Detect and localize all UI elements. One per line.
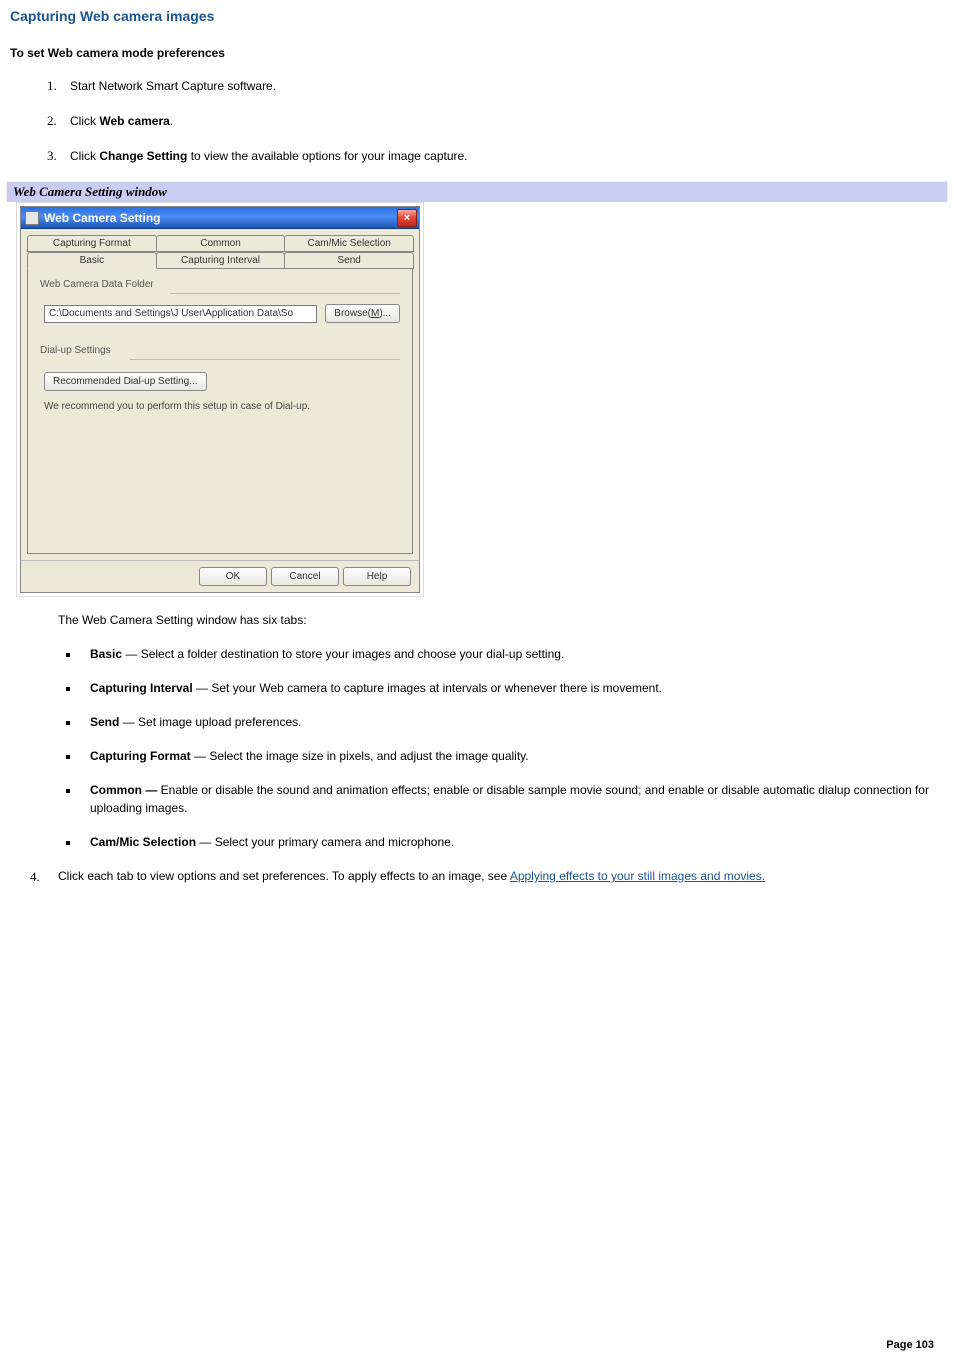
browse-button[interactable]: Browse(M)... [325, 304, 400, 323]
desc-common-bold: Common — [90, 783, 161, 797]
step-4: 4. Click each tab to view options and se… [58, 867, 944, 886]
folder-group-label: Web Camera Data Folder [40, 279, 400, 290]
tabs-intro: The Web Camera Setting window has six ta… [58, 611, 944, 629]
step-4-text: Click each tab to view options and set p… [58, 869, 510, 883]
desc-send-text: — Set image upload preferences. [119, 715, 301, 729]
close-icon[interactable]: × [397, 209, 417, 227]
ok-button[interactable]: OK [199, 567, 267, 586]
help-button[interactable]: Help [343, 567, 411, 586]
desc-basic-bold: Basic [90, 647, 122, 661]
tab-descriptions: Basic — Select a folder destination to s… [80, 645, 944, 851]
dialog-caption: Web Camera Setting window [6, 181, 948, 202]
step-1-text: Start Network Smart Capture software. [70, 79, 276, 93]
browse-label: Browse(M)... [334, 308, 391, 319]
desc-cf-bold: Capturing Format [90, 749, 191, 763]
step-4-number: 4. [30, 867, 40, 888]
applying-effects-link[interactable]: Applying effects to your still images an… [510, 869, 765, 883]
web-camera-setting-dialog: Web Camera Setting × Capturing Format Co… [20, 206, 420, 593]
dialog-footer: OK Cancel Help [21, 560, 419, 592]
step-2-post: . [170, 114, 173, 128]
tab-send[interactable]: Send [284, 252, 414, 269]
step-3: Click Change Setting to view the availab… [60, 146, 944, 165]
steps-list: Start Network Smart Capture software. Cl… [60, 76, 944, 165]
tab-body-basic: Web Camera Data Folder Browse(M)... Dial… [27, 269, 413, 554]
list-item: Common — Enable or disable the sound and… [80, 781, 944, 817]
page-title: Capturing Web camera images [10, 8, 944, 24]
dialup-note: We recommend you to perform this setup i… [44, 401, 400, 412]
desc-common-text: Enable or disable the sound and animatio… [90, 783, 929, 815]
divider [130, 359, 400, 360]
desc-cf-text: — Select the image size in pixels, and a… [191, 749, 529, 763]
list-item: Cam/Mic Selection — Select your primary … [80, 833, 944, 851]
step-3-post: to view the available options for your i… [187, 149, 467, 163]
desc-basic-text: — Select a folder destination to store y… [122, 647, 564, 661]
list-item: Basic — Select a folder destination to s… [80, 645, 944, 663]
cancel-button[interactable]: Cancel [271, 567, 339, 586]
app-icon [25, 211, 39, 225]
titlebar: Web Camera Setting × [21, 207, 419, 229]
desc-cm-text: — Select your primary camera and microph… [196, 835, 454, 849]
step-2-bold: Web camera [99, 114, 169, 128]
list-item: Capturing Format — Select the image size… [80, 747, 944, 765]
tab-cam-mic-selection[interactable]: Cam/Mic Selection [284, 235, 414, 252]
tabs-row-2: Basic Capturing Interval Send [27, 252, 413, 269]
tabs-row-1: Capturing Format Common Cam/Mic Selectio… [27, 235, 413, 252]
list-item: Capturing Interval — Set your Web camera… [80, 679, 944, 697]
step-2: Click Web camera. [60, 111, 944, 130]
folder-path-input[interactable] [44, 305, 317, 323]
desc-ci-text: — Set your Web camera to capture images … [193, 681, 662, 695]
step-3-bold: Change Setting [99, 149, 187, 163]
subsection-title: To set Web camera mode preferences [10, 46, 944, 60]
step-2-pre: Click [70, 114, 99, 128]
step-1: Start Network Smart Capture software. [60, 76, 944, 95]
dialog-title: Web Camera Setting [44, 211, 160, 225]
page-number: Page 103 [886, 1339, 934, 1351]
step-3-pre: Click [70, 149, 99, 163]
tab-capturing-interval[interactable]: Capturing Interval [156, 252, 286, 269]
recommended-dialup-button[interactable]: Recommended Dial-up Setting... [44, 372, 207, 391]
list-item: Send — Set image upload preferences. [80, 713, 944, 731]
desc-ci-bold: Capturing Interval [90, 681, 193, 695]
dialup-group-label: Dial-up Settings [40, 345, 400, 356]
desc-send-bold: Send [90, 715, 119, 729]
desc-cm-bold: Cam/Mic Selection [90, 835, 196, 849]
tab-common[interactable]: Common [156, 235, 286, 252]
tab-capturing-format[interactable]: Capturing Format [27, 235, 157, 252]
dialog-screenshot: Web Camera Setting × Capturing Format Co… [16, 202, 424, 597]
tab-basic[interactable]: Basic [27, 252, 157, 269]
divider [170, 293, 400, 294]
